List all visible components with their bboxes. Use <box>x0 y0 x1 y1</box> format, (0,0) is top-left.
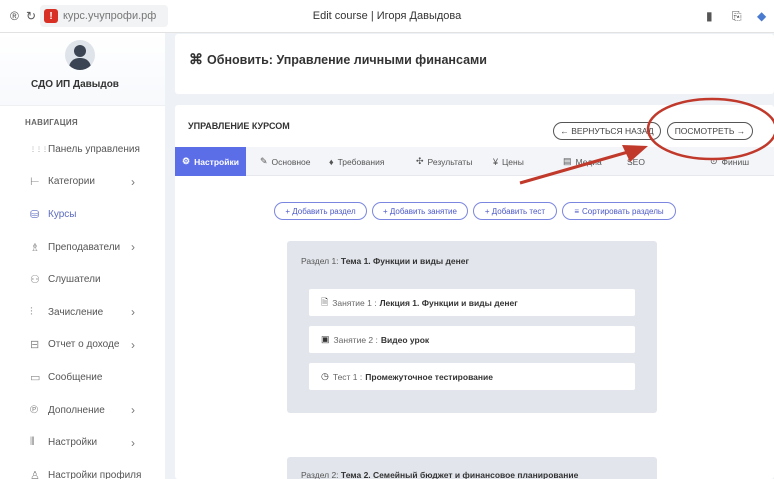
enroll-icon: ⫶ <box>30 305 33 318</box>
tab-requirements[interactable]: ♦ Требования <box>329 147 384 176</box>
settings-icon: ⫴ <box>30 436 35 449</box>
chevron-right-icon: › <box>131 174 135 189</box>
sort-sections-button[interactable]: ≡ Сортировать разделы <box>562 202 676 220</box>
sidebar-item-label: Курсы <box>48 208 77 220</box>
lesson-item[interactable]: 🗎 Занятие 1 : Лекция 1. Функции и виды де… <box>309 289 635 316</box>
sidebar-item[interactable]: ▭ Сообщение <box>0 361 165 394</box>
extension-puzzle-icon[interactable]: ◆ <box>757 9 766 23</box>
students-icon: ⚇ <box>30 274 40 287</box>
tab-media[interactable]: ▤ Медиа <box>563 147 602 176</box>
bookmark-icon[interactable]: ▮ <box>706 9 713 23</box>
reader-icon[interactable]: ⎘ <box>732 9 742 24</box>
org-name: СДО ИП Давыдов <box>31 79 119 90</box>
manage-title: УПРАВЛЕНИЕ КУРСОМ <box>188 121 290 131</box>
view-button[interactable]: ПОСМОТРЕТЬ → <box>667 122 753 140</box>
tab-basic[interactable]: ✎ Основное <box>260 147 311 176</box>
sidebar-header: СДО ИП Давыдов <box>0 33 165 106</box>
sidebar-item[interactable]: ⋮⋮⋮ Панель управления <box>0 133 165 166</box>
bell-icon: ♦ <box>329 156 334 167</box>
command-icon: ⌘ <box>189 51 203 67</box>
page-title: ⌘ Обновить: Управление личными финансами <box>189 51 487 68</box>
sidebar-item[interactable]: ⫴ Настройки › <box>0 426 165 459</box>
sidebar-item[interactable]: ♙ Настройки профиля <box>0 459 165 479</box>
sidebar-item-label: Зачисление <box>48 306 104 318</box>
section-title: Раздел 2: Тема 2. Семейный бюджет и фина… <box>301 470 579 479</box>
teacher-icon: ♗ <box>30 241 40 254</box>
tab-finish[interactable]: ⊙ Финиш <box>710 147 749 176</box>
chevron-right-icon: › <box>131 435 135 450</box>
manage-course-panel: УПРАВЛЕНИЕ КУРСОМ ← ВЕРНУТЬСЯ НАЗАД ПОСМ… <box>175 105 774 479</box>
target-icon: ✣ <box>416 156 424 166</box>
currency-icon: ¥ <box>493 156 499 167</box>
sidebar-item-label: Настройки профиля <box>48 469 142 479</box>
sidebar-item-label: Отчет о доходе <box>48 339 120 351</box>
category-icon: ⊢ <box>30 176 40 189</box>
tab-settings[interactable]: ⚙ Настройки <box>175 147 246 176</box>
sidebar-item[interactable]: ⛁ Курсы <box>0 198 165 231</box>
tab-seo[interactable]: SEO <box>627 147 645 176</box>
chevron-right-icon: › <box>131 305 135 320</box>
sidebar-item[interactable]: ♗ Преподаватели › <box>0 231 165 264</box>
message-icon: ▭ <box>30 371 41 384</box>
course-title-text: Обновить: Управление личными финансами <box>207 52 487 67</box>
browser-bar: ® ↻ ! курс.учупрофи.рф Edit course | Иго… <box>0 0 774 33</box>
tabs-bar: ⚙ Настройки ✎ Основное ♦ Требования ✣ Резуль… <box>175 147 774 176</box>
grid-icon: ⋮⋮⋮ <box>30 146 48 153</box>
add-section-button[interactable]: + Добавить раздел <box>274 202 367 220</box>
sidebar-item[interactable]: ℗ Дополнение › <box>0 394 165 427</box>
sidebar-item-label: Категории <box>48 176 95 188</box>
section-title: Раздел 1: Тема 1. Функции и виды денег <box>301 256 470 266</box>
sidebar-item[interactable]: ⊢ Категории › <box>0 166 165 199</box>
chevron-right-icon: › <box>131 403 135 418</box>
avatar[interactable] <box>65 40 95 70</box>
sidebar-item-label: Преподаватели <box>48 241 121 253</box>
quiz-item[interactable]: ◷ Тест 1 : Промежуточное тестирование <box>309 363 635 390</box>
sidebar-item-label: Сообщение <box>48 371 103 383</box>
settings-tab-icon: ⚙ <box>182 156 191 166</box>
sidebar: СДО ИП Давыдов НАВИГАЦИЯ ⋮⋮⋮ Панель управ… <box>0 33 165 479</box>
sidebar-item[interactable]: ⫶ Зачисление › <box>0 296 165 329</box>
report-icon: ⊟ <box>30 339 40 352</box>
sidebar-item[interactable]: ⚇ Слушатели <box>0 263 165 296</box>
sidebar-item-label: Дополнение <box>48 404 105 416</box>
section-actions: + Добавить раздел + Добавить занятие + Д… <box>175 202 774 220</box>
chevron-right-icon: › <box>131 337 135 352</box>
courses-icon: ⛁ <box>30 208 40 221</box>
nav-list: ⋮⋮⋮ Панель управления ⊢ Категории › ⛁ Курсы ♗ Пр… <box>0 133 165 479</box>
sidebar-item-label: Слушатели <box>48 274 101 286</box>
section-card: Раздел 2: Тема 2. Семейный бюджет и фина… <box>287 457 657 479</box>
nav-section-label: НАВИГАЦИЯ <box>25 118 78 127</box>
chevron-right-icon: › <box>131 240 135 255</box>
page-tab-title: Edit course | Игоря Давыдова <box>312 10 462 22</box>
back-button[interactable]: ← ВЕРНУТЬСЯ НАЗАД <box>553 122 661 140</box>
profile-icon: ♙ <box>30 469 40 479</box>
sidebar-item[interactable]: ⊟ Отчет о доходе › <box>0 329 165 362</box>
check-circle-icon: ⊙ <box>710 156 718 166</box>
document-icon: 🗎 <box>321 296 329 307</box>
lesson-item[interactable]: ▣ Занятие 2 : Видео урок <box>309 326 635 353</box>
sidebar-item-label: Настройки <box>48 437 98 449</box>
media-icon: ▤ <box>563 156 572 166</box>
add-quiz-button[interactable]: + Добавить тест <box>473 202 557 220</box>
addon-icon: ℗ <box>30 404 39 417</box>
video-icon: ▣ <box>321 334 330 344</box>
tab-prices[interactable]: ¥ Цены <box>493 147 524 176</box>
tab-results[interactable]: ✣ Результаты <box>416 147 472 176</box>
course-header-panel: ⌘ Обновить: Управление личными финансами <box>175 34 774 94</box>
quiz-icon: ◷ <box>321 371 329 381</box>
sort-icon: ≡ <box>574 206 580 216</box>
pen-icon: ✎ <box>260 156 268 166</box>
sidebar-item-label: Панель управления <box>48 143 140 155</box>
section-card: Раздел 1: Тема 1. Функции и виды денег 🗎… <box>287 241 657 413</box>
add-lesson-button[interactable]: + Добавить занятие <box>372 202 468 220</box>
